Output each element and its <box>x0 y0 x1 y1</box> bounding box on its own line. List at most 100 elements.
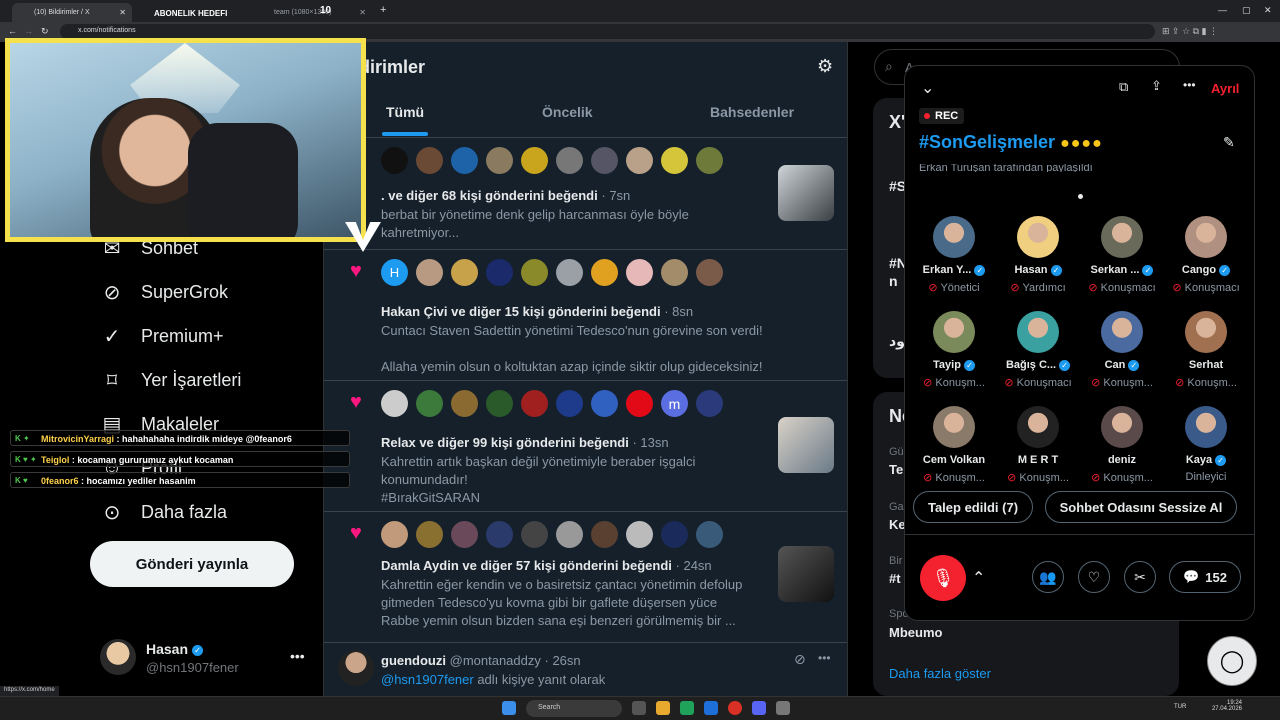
reload-icon[interactable]: ↻ <box>41 26 49 37</box>
window-close-icon[interactable]: ✕ <box>1264 5 1272 16</box>
participant-name: M E R T <box>997 454 1079 466</box>
nav-label: Yer İşaretleri <box>141 369 242 390</box>
account-more-icon[interactable]: ••• <box>290 648 305 664</box>
edit-icon[interactable]: ✎ <box>1223 134 1235 151</box>
avatar <box>696 521 723 548</box>
show-more-link[interactable]: Daha fazla göster <box>889 666 991 681</box>
tab-mentions[interactable]: Bahsedenler <box>710 104 794 120</box>
more-icon[interactable]: ••• <box>818 651 831 665</box>
actor-name[interactable]: Relax <box>381 435 416 450</box>
minimize-icon[interactable]: — <box>1218 5 1227 15</box>
notification-item[interactable]: ♥ m Relax ve diğer 99 kişi gönderini beğ… <box>324 381 847 511</box>
address-bar[interactable]: x.com/notifications <box>60 24 1155 39</box>
participant[interactable]: Serkan ... ✓ ⊘ Konuşmacı <box>1081 216 1163 294</box>
participant[interactable]: Tayip ✓ ⊘ Konuşm... <box>913 311 995 389</box>
trend-item[interactable]: n <box>889 273 898 289</box>
participant-role: Konuşm... <box>1019 472 1069 484</box>
post-thumbnail[interactable] <box>778 417 834 473</box>
post-thumbnail[interactable] <box>778 165 834 221</box>
trend-item[interactable]: Te <box>889 462 903 477</box>
reply-author[interactable]: guendouzi <box>381 653 446 668</box>
new-tab-icon[interactable]: + <box>380 4 386 16</box>
notification-item[interactable]: ♥ H Hakan Çivi ve diğer 15 kişi gönderin… <box>324 250 847 380</box>
collapse-icon[interactable]: ⌄ <box>921 78 934 98</box>
participant-role: Konuşm... <box>1103 472 1153 484</box>
avatar: m <box>661 390 688 417</box>
react-button[interactable]: ♡ <box>1078 561 1110 593</box>
trend-item[interactable]: #t <box>889 571 901 586</box>
actor-name[interactable]: Hakan Çivi <box>381 304 447 319</box>
nav-item-bookmarks[interactable]: ⌑ Yer İşaretleri <box>100 366 242 394</box>
messages-fab-icon[interactable]: ◯ <box>1207 636 1257 686</box>
chrome-icon[interactable] <box>728 701 742 715</box>
back-icon[interactable]: ← <box>8 26 17 36</box>
grok-icon[interactable]: ⊘ <box>794 651 806 668</box>
comment-icon: 💬 <box>1183 569 1200 584</box>
leave-button[interactable]: Ayrıl <box>1211 81 1239 96</box>
participant[interactable]: Cem Volkan ⊘ Konuşm... <box>913 406 995 484</box>
avatar <box>591 147 618 174</box>
nav-item-more[interactable]: ⊙ Daha fazla <box>100 498 227 526</box>
participant-role: Yardımcı <box>1022 282 1066 294</box>
requests-button[interactable]: Talep edildi (7) <box>913 491 1033 523</box>
mic-muted-button[interactable]: 🎙 <box>920 555 966 601</box>
close-icon[interactable]: ✕ <box>359 8 366 17</box>
task-view-icon[interactable] <box>632 701 646 715</box>
participant[interactable]: Erkan Y... ✓ ⊘ Yönetici <box>913 216 995 294</box>
chat-user: MitrovicinYarragi <box>41 434 115 444</box>
tab-all[interactable]: Tümü <box>386 104 424 120</box>
participant[interactable]: Bağış C... ✓ ⊘ Konuşmacı <box>997 311 1079 389</box>
comment-count: 152 <box>1205 569 1227 585</box>
liker-avatars <box>381 147 723 174</box>
avatar[interactable] <box>338 650 374 686</box>
notification-item[interactable]: ♥ . ve diğer 68 kişi gönderini beğendi ·… <box>324 138 847 249</box>
share-icon[interactable]: ⇪ <box>1151 78 1162 94</box>
participant[interactable]: deniz ⊘ Konuşm... <box>1081 406 1163 484</box>
app-icon[interactable] <box>776 701 790 715</box>
liker-avatars <box>381 521 723 548</box>
comments-button[interactable]: 💬 152 <box>1169 561 1241 593</box>
file-explorer-icon[interactable] <box>656 701 670 715</box>
actor-name[interactable]: Damla Aydin <box>381 558 459 573</box>
nav-item-supergrok[interactable]: ⊘ SuperGrok <box>100 278 228 306</box>
store-icon[interactable] <box>704 701 718 715</box>
participant[interactable]: Cango ✓ ⊘ Konuşmacı <box>1165 216 1247 294</box>
taskbar-search[interactable]: Search <box>526 700 622 717</box>
clock[interactable]: 19:24 27.04.2026 <box>1210 700 1242 712</box>
browser-tab[interactable]: ABONELIK HEDEFI <box>132 3 252 22</box>
edge-icon[interactable] <box>680 701 694 715</box>
forward-icon[interactable]: → <box>24 26 33 36</box>
search-icon: ⌕ <box>885 58 893 74</box>
browser-tab[interactable]: (10) Bildirimler / X ✕ <box>12 3 132 22</box>
participant[interactable]: Hasan ✓ ⊘ Yardımcı <box>997 216 1079 294</box>
mute-room-button[interactable]: Sohbet Odasını Sessize Al <box>1045 491 1237 523</box>
pip-icon[interactable]: ⧉ <box>1119 79 1128 95</box>
browser-tab[interactable]: team (1080×1300) ✕ <box>252 3 372 22</box>
clip-button[interactable]: ✂ <box>1124 561 1156 593</box>
participant[interactable]: M E R T ⊘ Konuşm... <box>997 406 1079 484</box>
close-icon[interactable]: ✕ <box>119 8 126 17</box>
mic-off-icon: ⊘ <box>1175 377 1188 389</box>
post-button[interactable]: Gönderi yayınla <box>90 541 294 587</box>
account-switcher[interactable] <box>100 639 136 675</box>
participant[interactable]: Can ✓ ⊘ Konuşm... <box>1081 311 1163 389</box>
trend-item[interactable]: Mbeumo <box>889 625 942 640</box>
account-handle: @hsn1907fener <box>146 660 239 675</box>
start-icon[interactable] <box>502 701 516 715</box>
tab-priority[interactable]: Öncelik <box>542 104 593 120</box>
maximize-icon[interactable]: ▢ <box>1242 5 1251 16</box>
participant[interactable]: Serhat ⊘ Konuşm... <box>1165 311 1247 389</box>
nav-label: Premium+ <box>141 325 224 346</box>
mention-link[interactable]: @hsn1907fener <box>381 672 474 687</box>
nav-label: SuperGrok <box>141 281 229 302</box>
language-indicator[interactable]: TUR <box>1174 704 1186 710</box>
chevron-up-icon[interactable]: ⌃ <box>972 568 985 588</box>
people-button[interactable]: 👥 <box>1032 561 1064 593</box>
settings-icon[interactable]: ⚙ <box>817 56 833 77</box>
nav-item-premium[interactable]: ✓ Premium+ <box>100 322 224 350</box>
extensions-icon[interactable]: ⊞ ⇪ ☆ ⧉ ▮ ⋮ <box>1162 26 1218 37</box>
post-thumbnail[interactable] <box>778 546 834 602</box>
more-icon[interactable]: ••• <box>1183 78 1196 92</box>
discord-icon[interactable] <box>752 701 766 715</box>
participant[interactable]: Kaya ✓ Dinleyici <box>1165 406 1247 483</box>
